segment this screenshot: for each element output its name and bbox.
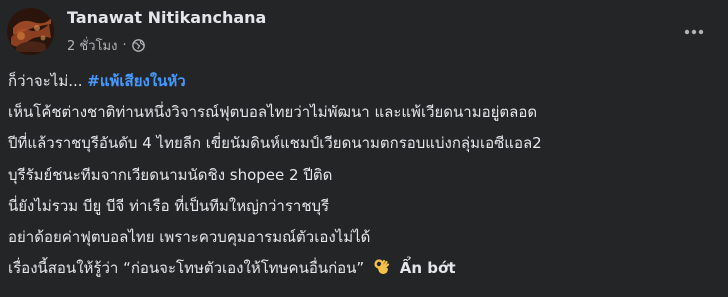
post-meta: 2 ชั่วโมง · bbox=[67, 35, 145, 56]
meta-separator: · bbox=[122, 38, 127, 53]
see-less-link[interactable]: Ẩn bớt bbox=[400, 259, 456, 277]
post-text-line: นี่ยังไม่รวม บียู บีจี ท่าเรือ ที่เป็นที… bbox=[8, 196, 330, 215]
more-horizontal-icon bbox=[684, 29, 704, 35]
post-last-line: เรื่องนี้สอนให้รู้ว่า “ก่อนจะโทษตัวเองให… bbox=[8, 253, 720, 284]
post-body: ก็ว่าจะไม่... #แพ้เสียงในหัว เห็นโค้ชต่า… bbox=[8, 66, 720, 284]
hashtag-link[interactable]: #แพ้เสียงในหัว bbox=[87, 72, 185, 90]
post-text-line: ปีที่แล้วราชบุรีอันดับ 4 ไทยลีก เขี่ยนัม… bbox=[8, 134, 542, 153]
avatar[interactable] bbox=[7, 8, 54, 55]
post-text-line: อย่าด้อยค่าฟุตบอลไทย เพราะควบคุมอารมณ์ตั… bbox=[8, 227, 371, 246]
globe-icon[interactable] bbox=[131, 39, 145, 52]
post-intro-text: ก็ว่าจะไม่... bbox=[8, 72, 83, 90]
author-name[interactable]: Tanawat Nitikanchana bbox=[67, 8, 266, 27]
avatar-image bbox=[7, 8, 54, 55]
more-options-button[interactable] bbox=[680, 18, 708, 46]
post-text-line: บุรีรัมย์ชนะทีมจากเวียดนามนัดชิง shopee … bbox=[8, 165, 333, 184]
ok-hand-emoji-icon bbox=[373, 256, 391, 275]
post-intro-line: ก็ว่าจะไม่... #แพ้เสียงในหัว bbox=[8, 66, 720, 97]
facebook-post: Tanawat Nitikanchana 2 ชั่วโมง · ก็ว่าจะ… bbox=[0, 0, 728, 297]
post-last-text: เรื่องนี้สอนให้รู้ว่า “ก่อนจะโทษตัวเองให… bbox=[8, 259, 365, 278]
post-timestamp[interactable]: 2 ชั่วโมง bbox=[67, 35, 117, 56]
post-text-line: เห็นโค้ชต่างชาติท่านหนึ่งวิจารณ์ฟุตบอลไท… bbox=[8, 103, 538, 122]
